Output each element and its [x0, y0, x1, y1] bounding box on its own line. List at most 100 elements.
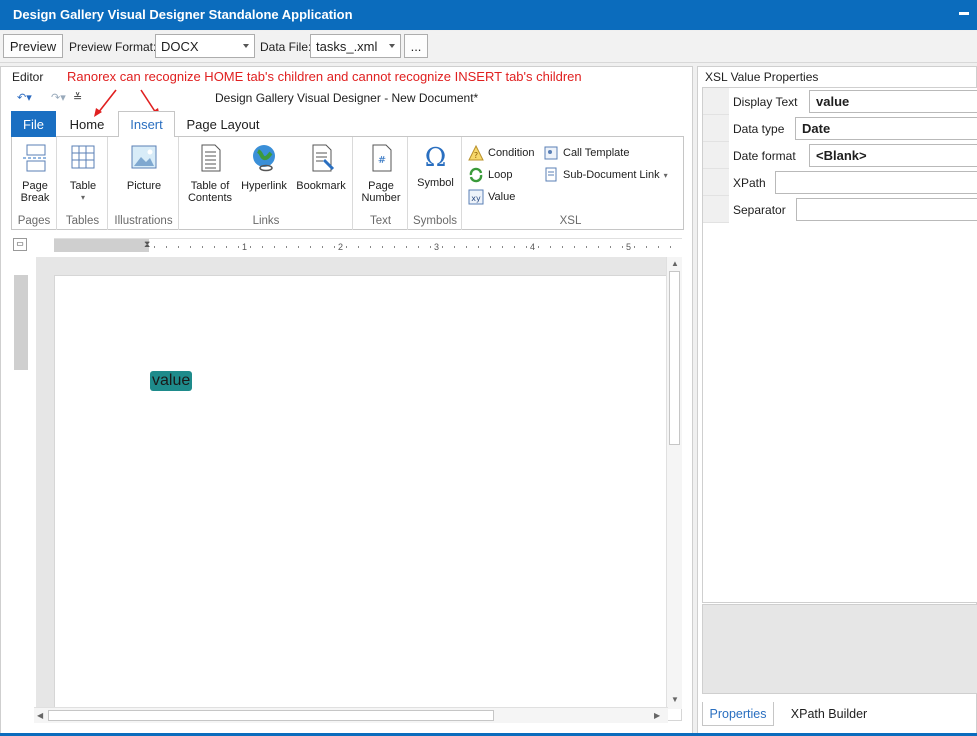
group-illustrations-label: Illustrations [114, 215, 173, 227]
preview-format-select[interactable]: DOCX [155, 34, 255, 58]
tab-file[interactable]: File [11, 111, 56, 137]
group-text: # Page Number Text [354, 137, 408, 230]
customize-qat-icon[interactable]: ≚ [73, 91, 82, 104]
group-symbols: Ω Symbol Symbols [409, 137, 462, 230]
property-row[interactable]: XPath [703, 169, 977, 196]
page-break-button[interactable]: Page Break [16, 143, 54, 204]
vertical-scroll-thumb[interactable] [669, 271, 680, 445]
ruler-mark [178, 246, 179, 248]
ruler-mark [634, 246, 635, 248]
row-gutter [703, 88, 729, 115]
condition-label: Condition [488, 147, 535, 159]
table-of-contents-button[interactable]: Table of Contents [184, 143, 236, 204]
tab-properties[interactable]: Properties [702, 702, 774, 726]
page-number-label: Page Number [361, 180, 401, 204]
horizontal-scroll-thumb[interactable] [48, 710, 494, 721]
data-type-select[interactable]: Date [795, 117, 977, 140]
chevron-down-icon: ▾ [663, 170, 668, 180]
symbol-button[interactable]: Ω Symbol [413, 143, 458, 189]
document-page[interactable]: value [54, 275, 682, 721]
bookmark-button[interactable]: Bookmark [293, 143, 349, 192]
tab-insert[interactable]: Insert [118, 111, 175, 138]
condition-button[interactable]: ? Condition [468, 144, 535, 161]
tab-home[interactable]: Home [61, 111, 113, 137]
minimize-icon[interactable] [959, 12, 969, 15]
ruler-margin [54, 239, 149, 252]
indent-marker-icon[interactable]: ⧗ [144, 239, 150, 250]
xsl-value-field[interactable]: value [150, 371, 193, 391]
ruler-mark [418, 246, 419, 248]
ruler-mark [670, 246, 671, 248]
row-gutter [703, 115, 729, 142]
ruler-mark [154, 246, 155, 248]
scroll-left-icon[interactable]: ◀ [37, 711, 43, 720]
xpath-input[interactable] [775, 171, 977, 194]
symbol-label: Symbol [417, 177, 454, 189]
chevron-down-icon [243, 44, 249, 48]
page-number-button[interactable]: # Page Number [359, 143, 403, 204]
data-file-select[interactable]: tasks_.xml [310, 34, 401, 58]
scroll-up-icon[interactable]: ▲ [671, 259, 679, 268]
ruler-tick: 1 [242, 242, 248, 252]
separator-input[interactable] [796, 198, 977, 221]
call-template-icon [543, 145, 559, 161]
title-bar: Design Gallery Visual Designer Standalon… [0, 0, 977, 30]
loop-button[interactable]: Loop [468, 167, 512, 183]
ruler-mark [286, 246, 287, 248]
table-button[interactable]: Table ▾ [64, 143, 102, 204]
value-button[interactable]: xy Value [468, 189, 515, 205]
main-toolbar: Preview Preview Format: DOCX Data File: … [0, 31, 977, 63]
ruler-tick: 3 [434, 242, 440, 252]
tab-xpath-builder[interactable]: XPath Builder [784, 702, 874, 726]
scroll-down-icon[interactable]: ▼ [671, 695, 679, 704]
ruler-mark [322, 246, 323, 248]
group-illustrations: Picture Illustrations [109, 137, 179, 230]
preview-format-label: Preview Format: [69, 40, 157, 54]
sub-document-link-label: Sub-Document Link [563, 169, 660, 181]
group-xsl: ? Condition Loop xy Value Call Template … [463, 137, 678, 230]
undo-icon[interactable]: ↶▾ [17, 91, 32, 104]
property-row[interactable]: Separator [703, 196, 977, 223]
ruler-mark [406, 246, 407, 248]
date-format-select[interactable]: <Blank> [809, 144, 977, 167]
browse-button[interactable]: ... [404, 34, 428, 58]
property-grid: Display Text value Data type Date Date f… [702, 87, 977, 603]
ruler-mark [586, 246, 587, 248]
ruler-mark [250, 246, 251, 248]
ruler-mark [358, 246, 359, 248]
ruler-mark [610, 246, 611, 248]
editor-panel: Editor Ranorex can recognize HOME tab's … [0, 66, 693, 736]
document-title: Design Gallery Visual Designer - New Doc… [215, 91, 479, 105]
sub-document-link-button[interactable]: Sub-Document Link ▾ [543, 167, 668, 183]
preview-button[interactable]: Preview [3, 34, 63, 58]
group-tables: Table ▾ Tables [58, 137, 108, 230]
property-row[interactable]: Data type Date [703, 115, 977, 142]
ruler-toggle-icon[interactable]: ▭ [13, 238, 27, 251]
ruler-mark [622, 246, 623, 248]
call-template-button[interactable]: Call Template [543, 145, 629, 161]
hyperlink-icon [253, 145, 275, 172]
ruler-tick: 5 [626, 242, 632, 252]
hyperlink-button[interactable]: Hyperlink [238, 143, 290, 192]
chevron-down-icon: ▾ [80, 193, 85, 202]
call-template-label: Call Template [563, 147, 630, 159]
ruler-mark [430, 246, 431, 248]
document-canvas[interactable]: value [36, 257, 682, 721]
property-name: Separator [733, 203, 786, 217]
ruler-mark [514, 246, 515, 248]
ruler-mark [478, 246, 479, 248]
horizontal-ruler[interactable]: ⧗ 1 2 3 4 5 [54, 238, 682, 252]
vertical-scrollbar[interactable]: ▲ ▼ [666, 257, 682, 709]
group-pages: Page Break Pages [12, 137, 57, 230]
sub-document-icon [543, 167, 559, 183]
page-break-label: Page Break [20, 180, 50, 204]
picture-button[interactable]: Picture [121, 143, 167, 192]
scroll-right-icon[interactable]: ▶ [654, 711, 660, 720]
display-text-input[interactable]: value [809, 90, 977, 113]
property-row[interactable]: Date format <Blank> [703, 142, 977, 169]
redo-icon[interactable]: ↷▾ [51, 91, 66, 104]
horizontal-scrollbar[interactable]: ◀ ▶ [34, 707, 668, 723]
vertical-ruler[interactable] [14, 275, 28, 725]
tab-page-layout[interactable]: Page Layout [179, 111, 267, 137]
property-row[interactable]: Display Text value [703, 88, 977, 115]
